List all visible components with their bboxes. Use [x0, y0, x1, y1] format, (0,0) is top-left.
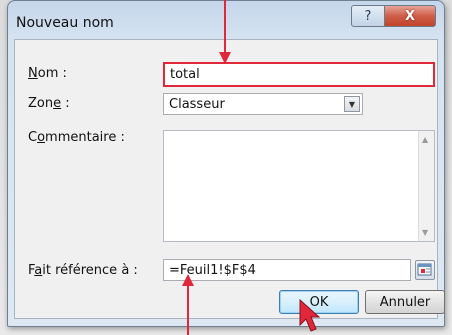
new-name-dialog: Nouveau nom ? X Nom : total Zone : Class…: [7, 0, 445, 327]
reference-label-rest: it référence à :: [42, 263, 138, 278]
commentaire-label: Commentaire :: [28, 130, 125, 145]
nom-label: Nom :: [28, 66, 67, 81]
dialog-body: Nom : total Zone : Classeur ▼ Commentair…: [14, 39, 445, 319]
nom-label-text: om :: [37, 66, 67, 81]
ok-button[interactable]: OK: [279, 290, 359, 314]
commentaire-scrollbar[interactable]: ▲ ▼: [418, 131, 434, 241]
screenshot-stage: Nouveau nom ? X Nom : total Zone : Class…: [0, 0, 452, 335]
cancel-button[interactable]: Annuler: [365, 290, 445, 314]
nom-input[interactable]: total: [163, 62, 435, 87]
scroll-down-icon[interactable]: ▼: [422, 228, 428, 237]
zone-label-text: Zon: [28, 96, 54, 111]
reference-input-value: =Feuil1!$F$4: [169, 262, 256, 278]
scroll-up-icon[interactable]: ▲: [422, 135, 428, 144]
collapse-dialog-icon: [417, 263, 432, 276]
title-bar[interactable]: Nouveau nom ? X: [8, 1, 444, 39]
zone-label: Zone :: [28, 96, 70, 111]
question-mark-icon: ?: [364, 8, 372, 24]
help-button[interactable]: ?: [351, 5, 385, 27]
zone-label-colon: :: [61, 96, 70, 111]
close-x-icon: X: [404, 8, 416, 24]
collapse-dialog-button[interactable]: [415, 260, 435, 280]
close-button[interactable]: X: [384, 5, 436, 27]
reference-label: Fait référence à :: [28, 263, 138, 278]
commentaire-textarea[interactable]: ▲ ▼: [163, 130, 435, 242]
zone-label-accel: e: [53, 96, 62, 111]
commentaire-label-text: C: [28, 130, 38, 145]
commentaire-label-rest: mmentaire :: [45, 130, 125, 145]
dialog-title: Nouveau nom: [16, 15, 114, 31]
nom-label-accel: N: [28, 66, 38, 81]
chevron-down-icon[interactable]: ▼: [344, 96, 360, 112]
zone-select-value: Classeur: [169, 96, 225, 112]
reference-input[interactable]: =Feuil1!$F$4: [163, 259, 411, 281]
commentaire-label-accel: o: [37, 130, 46, 145]
zone-select[interactable]: Classeur ▼: [163, 93, 363, 115]
nom-input-value: total: [170, 67, 200, 82]
